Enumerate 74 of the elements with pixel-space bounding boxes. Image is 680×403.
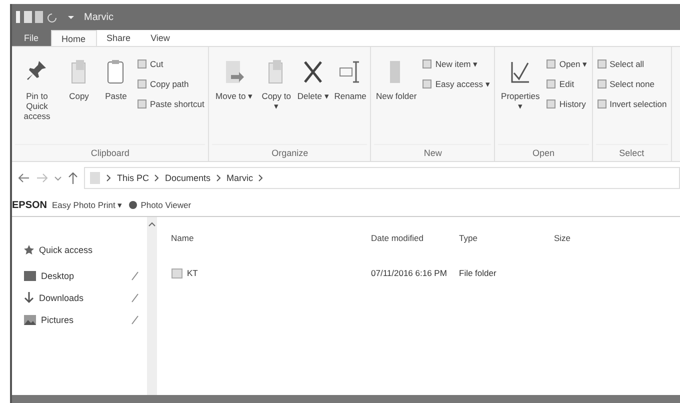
ribbon-button[interactable]: Copy path xyxy=(136,77,206,91)
ribbon-button[interactable]: Open ▾ xyxy=(545,57,589,71)
ribbon-button[interactable]: Edit xyxy=(545,77,589,91)
scrollbar[interactable] xyxy=(147,217,157,395)
quick-access-toolbar-icon[interactable] xyxy=(16,10,76,24)
brand-label[interactable]: EPSON xyxy=(12,200,48,210)
file-row[interactable]: KT 07/11/2016 6:16 PM File folder xyxy=(171,263,591,283)
ribbon-button[interactable]: Copy to ▾ xyxy=(259,51,294,144)
ribbon-button[interactable]: Rename xyxy=(333,51,368,144)
up-icon[interactable] xyxy=(68,172,78,184)
small-command-icon xyxy=(546,79,556,89)
ribbon-button[interactable]: Move to ▾ xyxy=(212,51,256,144)
breadcrumb[interactable]: Marvic xyxy=(226,173,254,183)
sidebar-item[interactable]: Downloads xyxy=(24,291,147,305)
breadcrumb[interactable]: This PC xyxy=(117,173,150,183)
ribbon-button[interactable]: New folder xyxy=(374,51,418,144)
rename-icon xyxy=(339,59,362,85)
chevron-icon xyxy=(154,174,160,182)
sidebar-item[interactable]: Pictures xyxy=(24,313,147,327)
ribbon-group-label: Open xyxy=(498,144,589,161)
ribbon-tab[interactable]: Home xyxy=(50,30,97,46)
column-header[interactable]: Name xyxy=(171,233,371,243)
address-bar[interactable]: This PC Documents Marvic xyxy=(84,167,680,189)
column-header[interactable]: Size xyxy=(554,233,614,243)
breadcrumb[interactable]: Documents xyxy=(165,173,211,183)
window-title: Marvic xyxy=(84,12,114,22)
small-command-icon xyxy=(422,79,432,89)
ribbon-button[interactable]: Delete ▾ xyxy=(296,51,330,144)
column-header[interactable]: Date modified xyxy=(371,233,459,243)
ribbon-button[interactable]: Paste shortcut xyxy=(136,97,206,111)
ribbon-tab[interactable]: File xyxy=(12,30,51,46)
star-icon xyxy=(24,245,34,255)
ribbon-button[interactable]: Copy xyxy=(62,51,96,144)
file-name: KT xyxy=(187,268,198,278)
chevron-icon xyxy=(106,174,112,182)
chevron-icon xyxy=(216,174,222,182)
sidebar-item[interactable]: Quick access xyxy=(24,243,147,257)
ribbon-group-label: New xyxy=(374,144,492,161)
ribbon-tab[interactable]: Share xyxy=(96,30,141,46)
ribbon-button[interactable]: Cut xyxy=(136,57,206,71)
ribbon-button[interactable]: Paste xyxy=(99,51,133,144)
small-command-icon xyxy=(546,59,556,69)
small-command-icon xyxy=(422,59,432,69)
scroll-up-icon[interactable] xyxy=(148,221,156,227)
ribbon-button[interactable]: Invert selection xyxy=(596,97,668,111)
ribbon-button[interactable]: History xyxy=(545,97,589,111)
small-command-icon xyxy=(596,99,607,109)
ribbon-button[interactable]: Easy access ▾ xyxy=(421,77,492,91)
ribbon-button[interactable]: Select none xyxy=(596,77,668,91)
ribbon-button[interactable]: Select all xyxy=(596,57,668,71)
ribbon-button[interactable]: Pin to Quick access xyxy=(15,51,59,144)
toolbar-button[interactable]: Easy Photo Print ▾ xyxy=(52,200,123,210)
ribbon-button[interactable]: New item ▾ xyxy=(421,57,492,71)
picture-icon xyxy=(24,315,36,325)
back-icon[interactable] xyxy=(18,172,30,184)
small-command-icon xyxy=(596,79,607,89)
small-command-icon xyxy=(596,59,607,69)
chevron-icon xyxy=(258,174,264,182)
table-cell-text: 07/11/2016 6:16 PM xyxy=(371,268,448,278)
table-cell-text: File folder xyxy=(459,268,498,278)
ribbon-group-label: Clipboard xyxy=(15,144,206,161)
column-header[interactable]: Type xyxy=(459,233,554,243)
delete-icon xyxy=(302,59,324,85)
move-icon xyxy=(223,59,246,85)
download-icon xyxy=(24,292,34,304)
ribbon-group-label: Organize xyxy=(212,144,368,161)
small-command-icon xyxy=(546,99,556,109)
ribbon-button[interactable]: Properties ▾ xyxy=(498,51,542,144)
ribbon-tab[interactable]: View xyxy=(140,30,180,46)
desktop-icon xyxy=(24,271,36,281)
checkmark-icon xyxy=(509,59,532,85)
ribbon-group-label: Select xyxy=(596,144,668,161)
sidebar-item[interactable]: Desktop xyxy=(24,269,147,283)
toolbar-button[interactable]: Photo Viewer xyxy=(128,200,192,210)
